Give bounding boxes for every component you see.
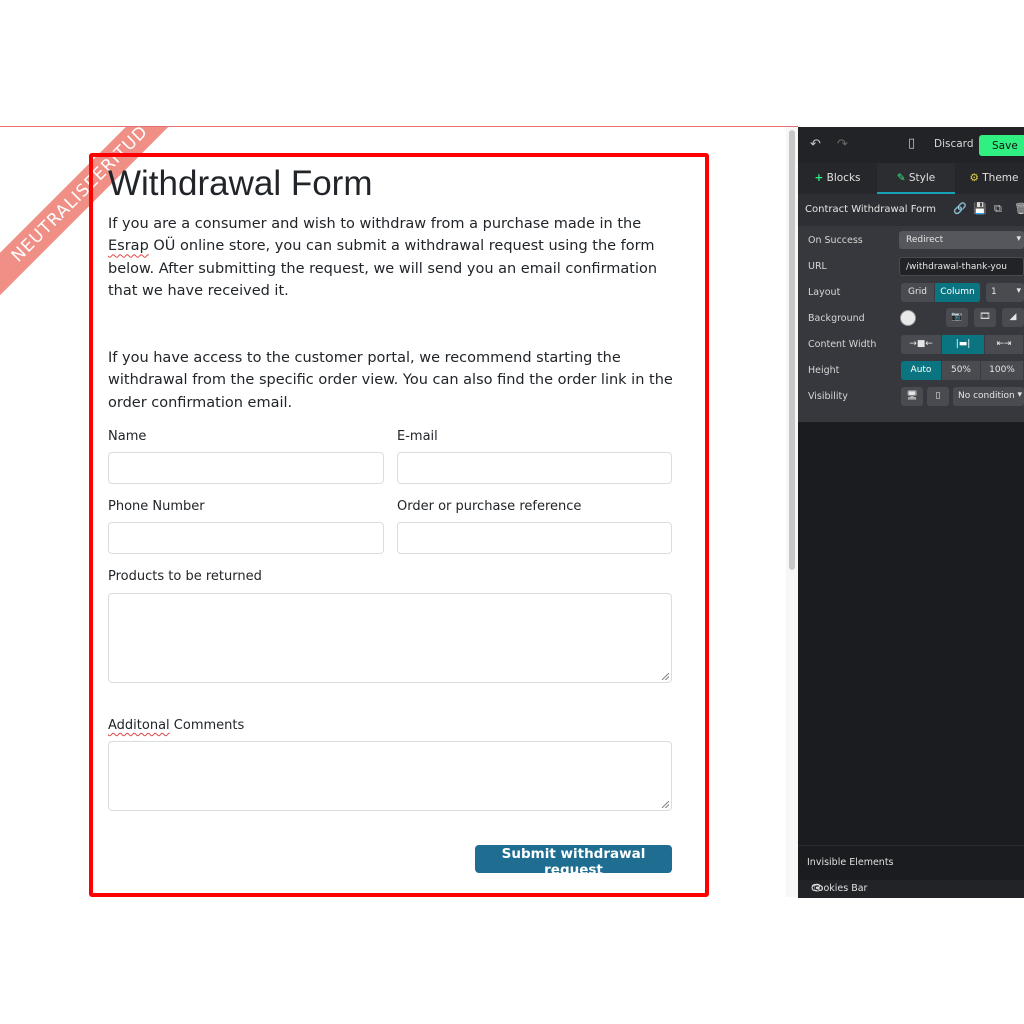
duplicate-icon[interactable]: ⧉ — [994, 202, 1002, 216]
content-width-full-icon[interactable]: ⇤⇥ — [985, 335, 1024, 354]
url-label: URL — [808, 261, 827, 272]
intro-brand: Esrap — [108, 238, 149, 255]
phone-input[interactable] — [108, 522, 384, 554]
invisible-elements-section: Invisible Elements Cookies Bar 👁 — [798, 845, 1024, 898]
portal-paragraph: If you have access to the customer porta… — [108, 350, 673, 411]
content-width-label: Content Width — [808, 339, 877, 350]
tab-label: Style — [908, 172, 936, 184]
content-width-regular-icon[interactable]: |▬| — [942, 335, 985, 354]
plus-icon: + — [814, 172, 824, 184]
submit-withdrawal-button[interactable]: Submit withdrawal request — [475, 845, 672, 878]
name-input[interactable] — [108, 452, 384, 484]
section-header: Contract Withdrawal Form 🔗 💾 ⧉ 🗑 — [798, 194, 1024, 226]
canvas-scrollbar-thumb[interactable] — [789, 130, 795, 570]
invisible-elements-title: Invisible Elements — [807, 857, 894, 868]
height-50-option[interactable]: 50% — [942, 361, 981, 380]
save-block-icon[interactable]: 💾 — [973, 202, 987, 215]
undo-icon[interactable]: ↶ — [810, 137, 821, 152]
comments-textarea[interactable] — [108, 741, 672, 811]
tab-label: Theme — [982, 172, 1019, 184]
comments-label-rest: Comments — [169, 718, 245, 733]
tab-style[interactable]: ✎ Style — [877, 163, 955, 194]
mobile-preview-icon[interactable]: ▯ — [908, 136, 915, 151]
on-success-select[interactable]: Redirect ▾ — [899, 231, 1024, 249]
layout-count-value: 1 — [991, 287, 997, 297]
height-auto-option[interactable]: Auto — [901, 361, 942, 380]
products-label: Products to be returned — [108, 569, 262, 584]
eye-icon[interactable]: 👁 — [811, 883, 1020, 894]
chevron-down-icon: ▾ — [1017, 390, 1022, 400]
tab-blocks[interactable]: + Blocks — [798, 163, 877, 194]
link-icon[interactable]: 🔗 — [953, 202, 967, 215]
resize-handle-icon[interactable] — [662, 801, 669, 808]
content-width-small-icon[interactable]: →■← — [901, 335, 942, 354]
layout-column-option[interactable]: Column — [935, 283, 981, 302]
comments-label: Additonal Comments — [108, 718, 244, 733]
background-video-icon[interactable]: 🎞 — [974, 308, 996, 327]
url-input[interactable]: /withdrawal-thank-you — [899, 257, 1024, 276]
color-picker-icon[interactable] — [900, 310, 916, 326]
background-label: Background — [808, 313, 865, 324]
invisible-element-row[interactable]: Cookies Bar 👁 — [798, 880, 1024, 898]
layout-grid-option[interactable]: Grid — [901, 283, 935, 302]
visibility-label: Visibility — [808, 391, 848, 402]
email-input[interactable] — [397, 452, 672, 484]
redo-icon[interactable]: ↷ — [837, 137, 848, 152]
background-gradient-icon[interactable]: ◢ — [1002, 308, 1024, 327]
phone-label: Phone Number — [108, 499, 205, 514]
discard-button[interactable]: Discard — [934, 138, 973, 150]
intro-text-b: OÜ online store, you can submit a withdr… — [108, 238, 658, 299]
layout-count-select[interactable]: 1 ▾ — [986, 283, 1024, 302]
section-title: Contract Withdrawal Form — [805, 204, 936, 215]
name-label: Name — [108, 429, 147, 444]
hide-mobile-icon[interactable]: ▯ — [927, 387, 949, 406]
on-success-label: On Success — [808, 235, 863, 246]
page-title: Withdrawal Form — [108, 164, 373, 203]
resize-handle-icon[interactable] — [662, 673, 669, 680]
email-label: E-mail — [397, 429, 438, 444]
url-value: /withdrawal-thank-you — [906, 262, 1007, 272]
order-reference-label: Order or purchase reference — [397, 499, 582, 514]
chevron-down-icon: ▾ — [1016, 234, 1021, 244]
hide-desktop-icon[interactable]: 🖥 — [901, 387, 923, 406]
comments-label-misspelled: Additonal — [108, 718, 170, 733]
editor-sidebar: ↶ ↷ ▯ Discard Save + Blocks ✎ Style ⚙ Th… — [798, 127, 1024, 898]
intro-text-a: If you are a consumer and wish to withdr… — [108, 216, 642, 232]
save-button[interactable]: Save — [979, 135, 1024, 156]
height-label: Height — [808, 365, 840, 376]
background-image-icon[interactable]: 📷 — [946, 308, 968, 327]
editor-toolbar: ↶ ↷ ▯ Discard Save — [798, 127, 1024, 164]
options-panel: On Success Redirect ▾ URL /withdrawal-th… — [798, 226, 1024, 422]
tab-label: Blocks — [826, 172, 861, 184]
visibility-value: No condition — [958, 391, 1015, 401]
pencil-icon: ✎ — [896, 172, 906, 184]
tab-theme[interactable]: ⚙ Theme — [955, 163, 1024, 194]
gear-icon: ⚙ — [969, 172, 979, 184]
intro-paragraph: If you are a consumer and wish to withdr… — [108, 213, 678, 302]
delete-icon[interactable]: 🗑 — [1014, 202, 1024, 215]
visibility-select[interactable]: No condition ▾ — [953, 387, 1024, 406]
on-success-value: Redirect — [906, 235, 944, 245]
layout-label: Layout — [808, 287, 841, 298]
chevron-down-icon: ▾ — [1016, 286, 1021, 296]
editor-tabs: + Blocks ✎ Style ⚙ Theme — [798, 163, 1024, 194]
height-100-option[interactable]: 100% — [981, 361, 1024, 380]
products-textarea[interactable] — [108, 593, 672, 683]
order-reference-input[interactable] — [397, 522, 672, 554]
